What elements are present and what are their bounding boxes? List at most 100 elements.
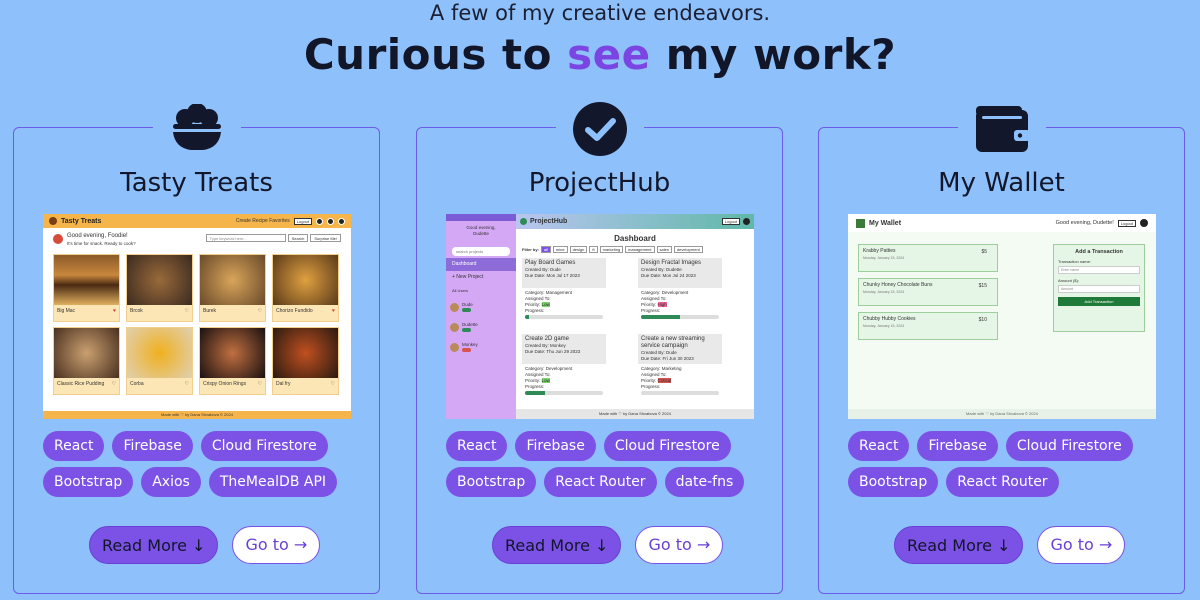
project-due: Due Date: Mon Jul 17 2023 [525, 273, 580, 278]
progress-bar [641, 315, 719, 319]
add-transaction-button: Add Transaction [1058, 297, 1140, 306]
tech-tag: React [43, 431, 105, 461]
preview-dashboard-title: Dashboard [614, 234, 656, 243]
preview-nav-new: + New Project [452, 274, 484, 280]
filter-option: sales [656, 246, 672, 253]
meal-card: Brcok ♡ [126, 254, 193, 322]
filter-option: mine [552, 246, 568, 253]
project-preview-card: Create 2D game Created By: Monkey Due Date… [522, 334, 606, 406]
section-subtitle: A few of my creative endeavors. [429, 1, 771, 25]
meal-card: Corba ♡ [126, 327, 193, 395]
meal-image [127, 328, 192, 378]
project-screenshot: Good evening, Dudette search projects Da… [446, 214, 754, 419]
amount-field: Amount [1058, 285, 1140, 293]
user-name: Dudette [462, 322, 478, 327]
user-item: Dudette [446, 317, 516, 337]
tech-tag: date-fns [664, 467, 745, 497]
filter-option: marketing [599, 246, 624, 253]
read-more-button[interactable]: Read More ↓ [894, 526, 1024, 564]
tech-tag: Bootstrap [446, 467, 537, 497]
read-more-button[interactable]: Read More ↓ [492, 526, 622, 564]
project-priority-label: Priority: [641, 378, 657, 383]
preview-brand: ProjectHub [530, 218, 568, 225]
meal-name: Brcok [130, 308, 143, 314]
transaction-item: Krabby Patties Monday, January 15, 2024 … [858, 244, 998, 272]
filter-option: all [540, 246, 551, 253]
meal-image [54, 255, 119, 305]
project-screenshot: My Wallet Good evening, Dudette! Logout … [848, 214, 1156, 419]
preview-random-button: Surprise Me! [310, 234, 341, 242]
go-to-button[interactable]: Go to → [635, 526, 724, 564]
tech-tag: Firebase [112, 431, 193, 461]
meal-card: Chorizo Fundido ♥ [272, 254, 339, 322]
field-label: Transaction name: [1058, 259, 1091, 264]
title-part-2: my work? [650, 30, 897, 79]
avatar [53, 234, 63, 244]
user-item: Dude [446, 297, 516, 317]
theme-dot-icon [316, 217, 323, 225]
title-part-1: Curious to [303, 30, 568, 79]
project-name: Design Fractal Images [641, 260, 702, 266]
preview-search-button: Search [287, 234, 309, 242]
project-progress-label: Progress: [641, 384, 661, 389]
project-priority-label: Priority: [525, 302, 541, 307]
preview-subgreeting: It's time for snack. Ready to cook? [67, 241, 136, 246]
tech-tag: Firebase [917, 431, 998, 461]
wallet-icon [975, 106, 1030, 152]
section-title: Curious to see my work? [0, 30, 1200, 79]
project-name: Create a new streaming service campaign [641, 336, 705, 349]
user-name: Dude [462, 302, 473, 307]
project-card-tasty-treats: Tasty Treats Tasty Treats Create Recipe … [13, 98, 380, 594]
project-card-projecthub: ProjectHub Good evening, Dudette search … [416, 98, 783, 594]
project-title: Tasty Treats [120, 168, 273, 198]
tech-tag: React Router [946, 467, 1059, 497]
progress-bar [525, 391, 603, 395]
project-due: Due Date: Mon Jul 24 2023 [641, 273, 696, 278]
go-to-button[interactable]: Go to → [232, 526, 321, 564]
progress-bar [641, 391, 719, 395]
meal-grid: Big Mac ♥ Brcok ♡ Burek ♡ Chorizo Fundido ♥ … [43, 254, 351, 395]
avatar [450, 302, 459, 312]
tech-tag: Bootstrap [848, 467, 939, 497]
avatar [450, 322, 459, 332]
heart-outline-icon: ♡ [257, 381, 262, 387]
theme-dot-icon [327, 217, 334, 225]
go-to-button[interactable]: Go to → [1037, 526, 1126, 564]
preview-search-input: Type keyword here... [205, 234, 286, 242]
preview-username: Dudette [473, 231, 489, 236]
heart-icon: ♥ [113, 308, 116, 314]
user-item: Monkey [446, 337, 516, 357]
meal-name: Dal fry [276, 381, 291, 387]
meal-name: Classic Rice Pudding [57, 381, 105, 387]
transaction-name: Krabby Patties [863, 248, 896, 254]
tech-tags: React Firebase Cloud Firestore Bootstrap… [43, 431, 363, 497]
priority-badge: High [657, 302, 667, 307]
preview-logout: Logout [1117, 219, 1136, 227]
meal-image [273, 255, 338, 305]
heart-outline-icon: ♡ [184, 381, 189, 387]
project-progress-label: Progress: [525, 384, 545, 389]
tech-tag: React [446, 431, 508, 461]
meal-name: Chorizo Fundido [276, 308, 313, 314]
theme-toggle-icon [743, 218, 750, 225]
meal-card: Big Mac ♥ [53, 254, 120, 322]
heart-outline-icon: ♡ [184, 308, 189, 314]
preview-users-label: All Users [452, 288, 469, 293]
theme-dot-icon [338, 217, 345, 225]
priority-badge: Low [541, 378, 550, 383]
filter-option: management [625, 246, 655, 253]
meal-card: Crispy Onion Rings ♡ [199, 327, 266, 395]
read-more-button[interactable]: Read More ↓ [89, 526, 219, 564]
online-badge [462, 308, 471, 312]
transaction-amount: $5 [981, 249, 987, 255]
avatar [450, 342, 459, 352]
tech-tag: React Router [544, 467, 657, 497]
theme-toggle-icon [1140, 219, 1148, 227]
preview-filter: Filter by: all mine design ft marketing … [516, 243, 754, 256]
preview-footer: Made with ♡ by Dana Shvabova © 2024 [848, 409, 1156, 419]
offline-badge [462, 348, 471, 352]
meal-image [200, 255, 265, 305]
project-screenshot: Tasty Treats Create Recipe Favorites Log… [43, 214, 351, 419]
filter-label: Filter by: [522, 247, 539, 252]
meal-name: Burek [203, 308, 217, 314]
